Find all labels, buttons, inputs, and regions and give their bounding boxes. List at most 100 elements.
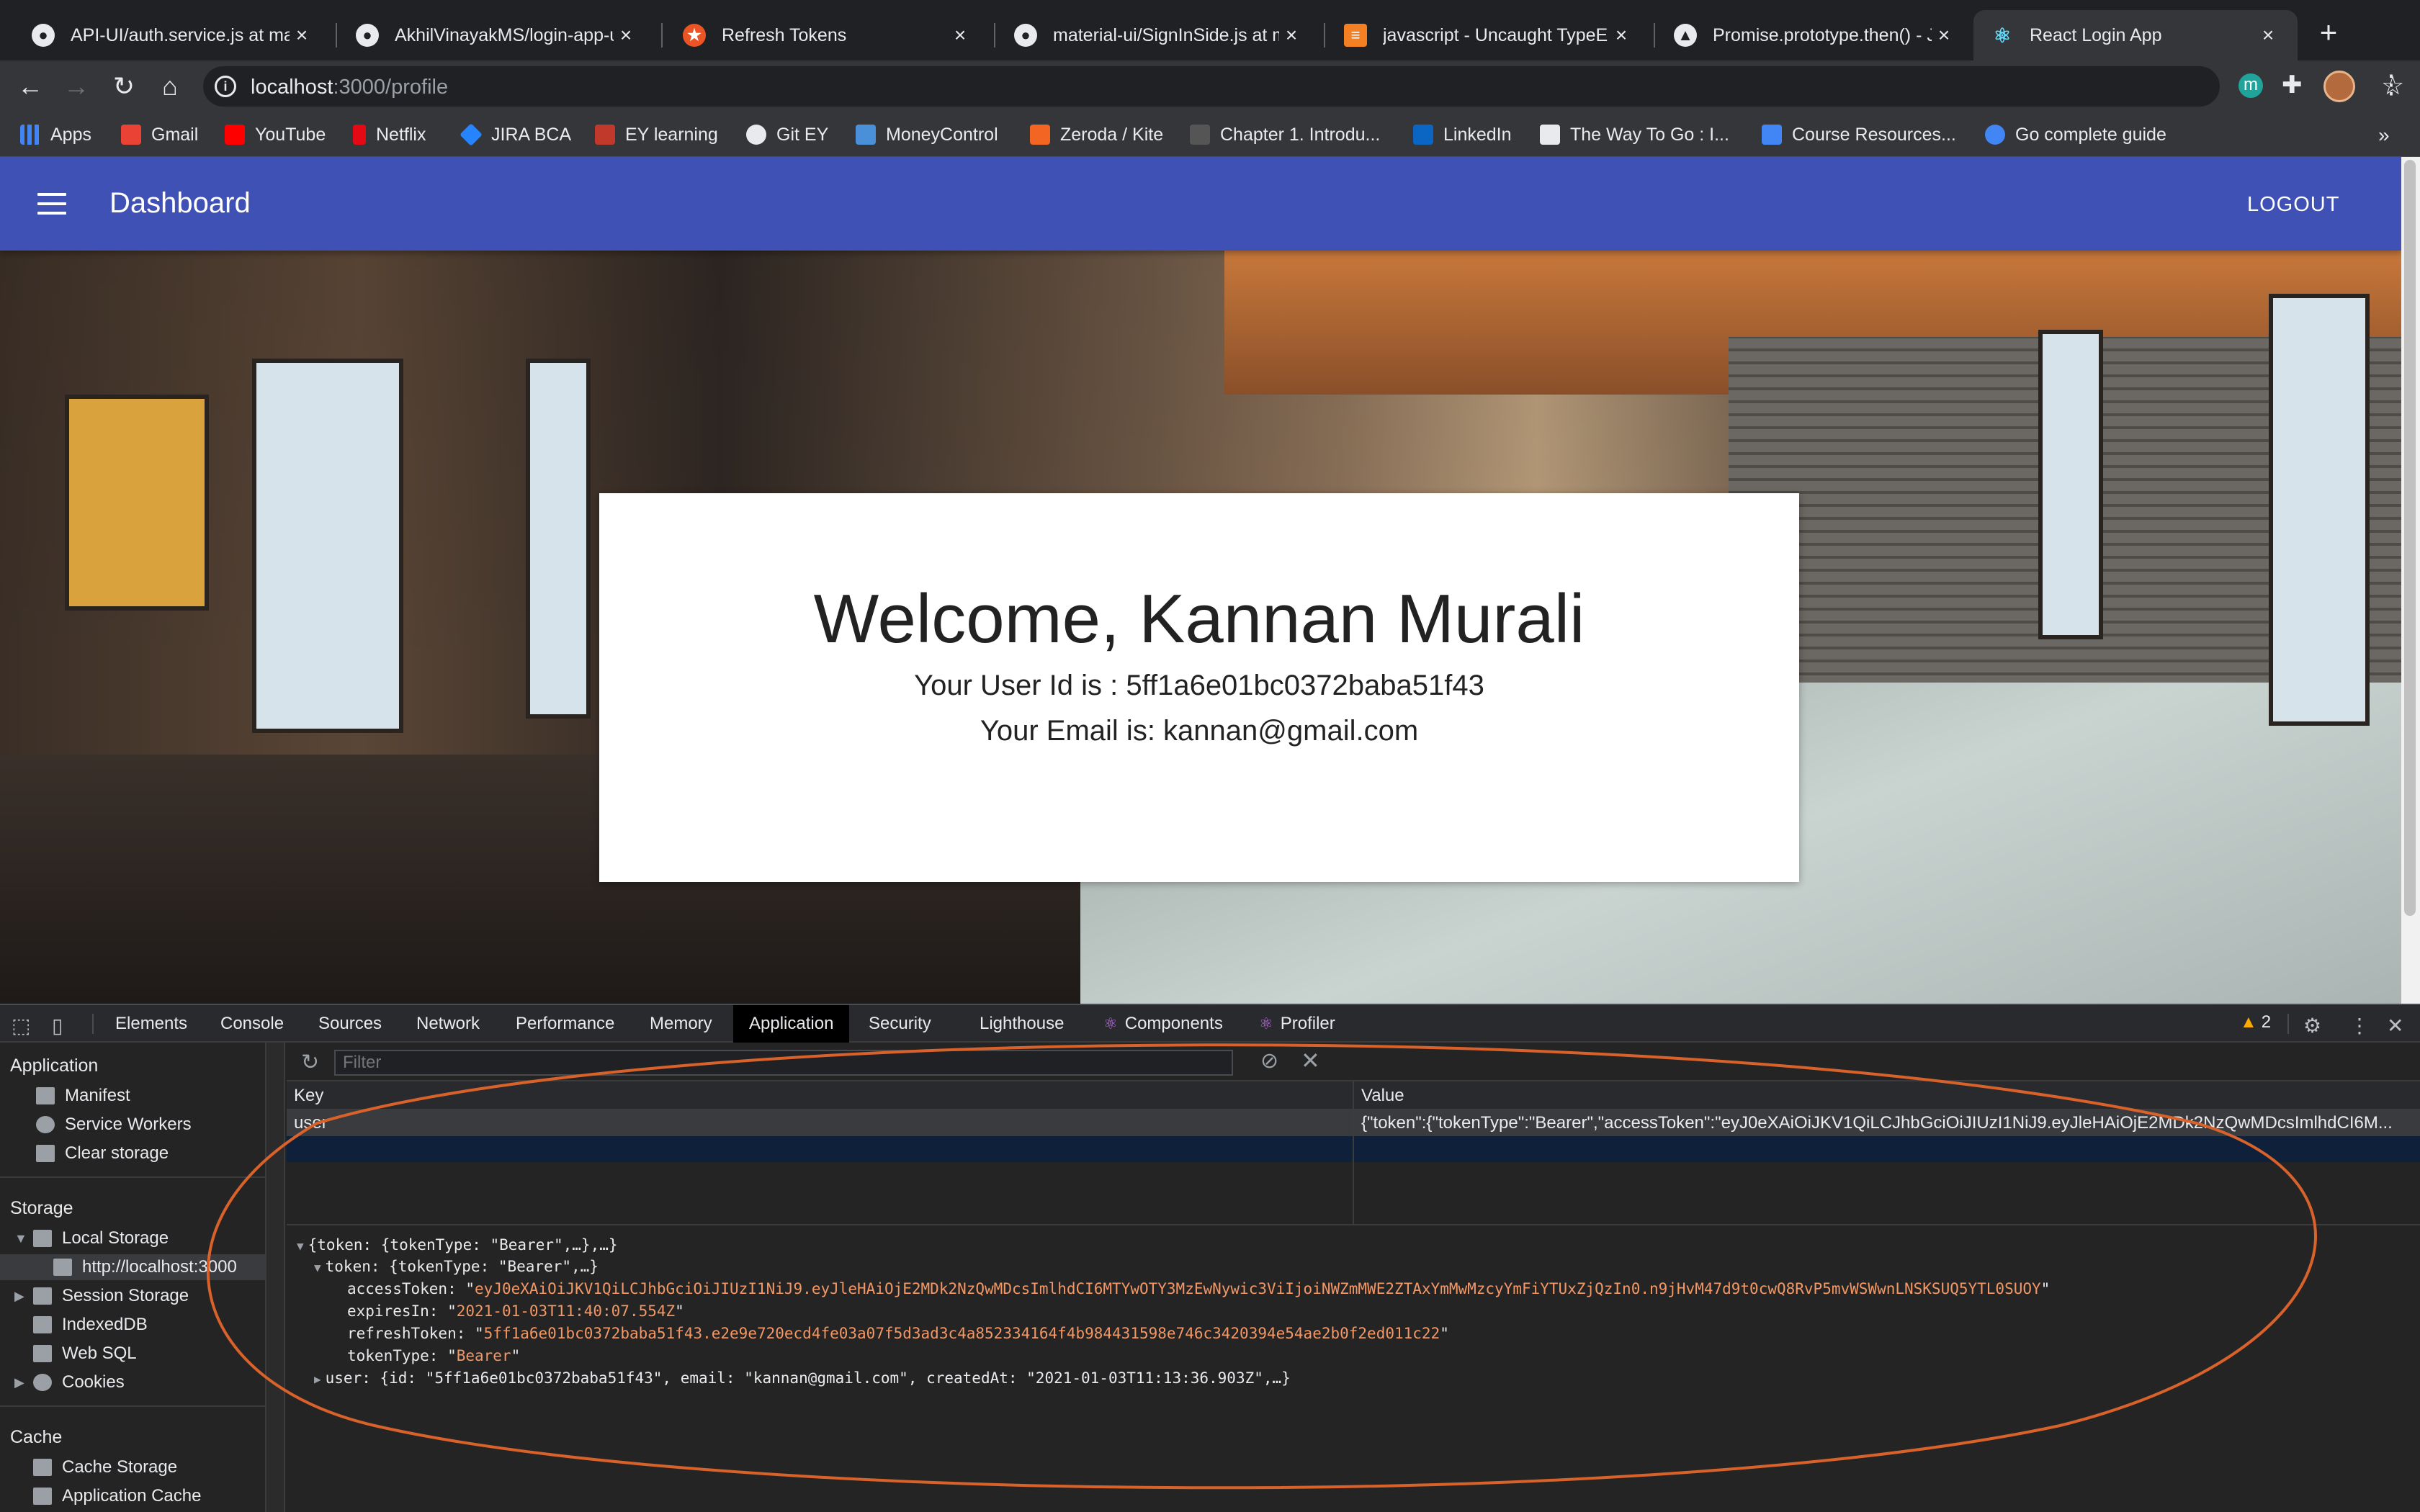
logout-button[interactable]: LOGOUT: [2247, 193, 2339, 217]
column-header-key[interactable]: Key: [287, 1081, 323, 1110]
bookmark-youtube[interactable]: YouTube: [225, 122, 326, 147]
close-icon[interactable]: ×: [614, 24, 638, 47]
browser-tab[interactable]: ▲ Promise.prototype.then() - J ×: [1657, 10, 1973, 60]
url-text[interactable]: localhost:3000/profile: [251, 76, 448, 99]
menu-icon[interactable]: [37, 193, 66, 215]
storage-viewer: ↻ ⊘ ✕ Key Value user {"token":{"tokenTyp…: [287, 1043, 2420, 1512]
expanded-arrow-icon[interactable]: ▼: [14, 1225, 27, 1251]
extensions-icon[interactable]: ✚: [2282, 71, 2303, 99]
preview-token-line[interactable]: ▼ token: {tokenType: "Bearer",…}: [314, 1256, 599, 1277]
extension-m-icon[interactable]: m: [2238, 73, 2263, 98]
collapsed-arrow-icon[interactable]: ▶: [14, 1283, 27, 1309]
bookmark-way-to-go[interactable]: The Way To Go : I...: [1540, 122, 1729, 147]
close-icon[interactable]: ×: [1932, 24, 1956, 47]
tab-components[interactable]: ⚛ Components: [1088, 1005, 1239, 1043]
bookmark-netflix[interactable]: Netflix: [353, 122, 426, 147]
sidebar-item-application-cache[interactable]: Application Cache: [33, 1483, 201, 1509]
new-tab-button[interactable]: +: [2312, 16, 2345, 49]
more-options-icon[interactable]: ⋮: [2349, 1014, 2370, 1038]
home-icon[interactable]: ⌂: [154, 71, 186, 102]
tab-network[interactable]: Network: [400, 1005, 496, 1043]
bookmark-gmail[interactable]: Gmail: [121, 122, 198, 147]
tab-elements[interactable]: Elements: [99, 1005, 203, 1043]
forward-icon[interactable]: →: [60, 71, 92, 102]
close-devtools-icon[interactable]: ✕: [2387, 1014, 2403, 1038]
sidebar-item-manifest[interactable]: Manifest: [36, 1083, 130, 1109]
column-header-value[interactable]: Value: [1354, 1081, 1404, 1110]
close-icon[interactable]: ×: [2256, 24, 2280, 47]
react-icon: ⚛: [1993, 24, 2012, 47]
bookmark-apps[interactable]: Apps: [20, 122, 91, 147]
collapsed-arrow-icon[interactable]: ▶: [14, 1369, 27, 1395]
browser-tab[interactable]: ≡ javascript - Uncaught TypeE ×: [1327, 10, 1651, 60]
preview-root-line[interactable]: ▼ {token: {tokenType: "Bearer",…},…}: [297, 1234, 618, 1256]
expanded-arrow-icon[interactable]: ▼: [297, 1239, 304, 1253]
more-bookmarks-icon[interactable]: »: [2378, 124, 2390, 147]
row-key-cell[interactable]: user: [287, 1110, 1353, 1136]
browser-menu-icon[interactable]: ⋮: [2378, 69, 2404, 99]
tab-lighthouse[interactable]: Lighthouse: [964, 1005, 1080, 1043]
inspect-element-icon[interactable]: ⬚: [12, 1014, 30, 1038]
profile-avatar[interactable]: [2323, 71, 2355, 102]
collapsed-arrow-icon[interactable]: ▶: [314, 1372, 321, 1386]
device-toolbar-icon[interactable]: ▯: [52, 1014, 63, 1038]
github-icon: ●: [32, 24, 55, 47]
bookmark-jira[interactable]: JIRA BCA: [460, 122, 571, 147]
tab-profiler[interactable]: ⚛ Profiler: [1243, 1005, 1351, 1043]
bookmark-chapter1[interactable]: Chapter 1. Introdu...: [1190, 122, 1380, 147]
tab-sources[interactable]: Sources: [302, 1005, 398, 1043]
tab-security[interactable]: Security: [853, 1005, 947, 1043]
settings-gear-icon[interactable]: ⚙: [2303, 1014, 2321, 1038]
filter-input[interactable]: [334, 1050, 1233, 1076]
tab-performance[interactable]: Performance: [500, 1005, 630, 1043]
tab-memory[interactable]: Memory: [634, 1005, 728, 1043]
refresh-icon[interactable]: ↻: [301, 1050, 319, 1075]
sidebar-item-web-sql[interactable]: Web SQL: [33, 1341, 137, 1367]
reload-icon[interactable]: ↻: [108, 71, 140, 102]
expanded-arrow-icon[interactable]: ▼: [314, 1261, 321, 1274]
react-icon: ⚛: [1103, 1014, 1118, 1032]
bookmark-zerodha[interactable]: Zeroda / Kite: [1030, 122, 1163, 147]
sidebar-item-cookies[interactable]: ▶ Cookies: [14, 1369, 125, 1395]
page-title: Dashboard: [109, 187, 251, 219]
sidebar-item-session-storage[interactable]: ▶ Session Storage: [14, 1283, 189, 1309]
bookmark-git-ey[interactable]: Git EY: [746, 122, 828, 147]
browser-tab[interactable]: ● AkhilVinayakMS/login-app-ui ×: [339, 10, 655, 60]
close-icon[interactable]: ×: [1609, 24, 1634, 47]
preview-user-line[interactable]: ▶ user: {id: "5ff1a6e01bc0372baba51f43", …: [314, 1367, 1291, 1389]
bookmark-go-guide[interactable]: Go complete guide: [1985, 122, 2166, 147]
browser-tab-active[interactable]: ⚛ React Login App ×: [1973, 10, 2298, 60]
screen: ● API-UI/auth.service.js at mas × ● Akhi…: [0, 0, 2420, 1512]
sidebar-scrollbar[interactable]: [266, 1043, 285, 1512]
browser-tab[interactable]: ● API-UI/auth.service.js at mas ×: [14, 10, 331, 60]
tab-label: React Login App: [2030, 24, 2162, 45]
tab-console[interactable]: Console: [205, 1005, 300, 1043]
close-icon[interactable]: ×: [948, 24, 972, 47]
sidebar-item-service-workers[interactable]: Service Workers: [36, 1112, 192, 1138]
bookmark-moneycontrol[interactable]: MoneyControl: [856, 122, 998, 147]
page-scrollbar-thumb[interactable]: [2404, 160, 2416, 916]
address-bar[interactable]: i localhost:3000/profile ⚷ ☆: [203, 66, 2404, 107]
close-icon[interactable]: ×: [290, 24, 314, 47]
sidebar-item-local-storage[interactable]: ▼ Local Storage: [14, 1225, 169, 1251]
info-icon[interactable]: i: [215, 76, 236, 97]
bookmark-linkedin[interactable]: LinkedIn: [1413, 122, 1512, 147]
bookmark-ey-learning[interactable]: EY learning: [595, 122, 718, 147]
browser-tab[interactable]: ★ Refresh Tokens ×: [666, 10, 990, 60]
sidebar-item-clear-storage[interactable]: Clear storage: [36, 1140, 169, 1166]
warnings-badge[interactable]: ▲ 2: [2240, 1012, 2271, 1032]
sidebar-item-cache-storage[interactable]: Cache Storage: [33, 1454, 177, 1480]
browser-tab[interactable]: ● material-ui/SignInSide.js at m ×: [997, 10, 1321, 60]
tab-application[interactable]: Application: [733, 1005, 850, 1043]
close-icon[interactable]: ×: [1279, 24, 1304, 47]
bookmark-course-resources[interactable]: Course Resources...: [1762, 122, 1956, 147]
clear-all-icon[interactable]: ⊘: [1260, 1048, 1278, 1074]
tab-label: javascript - Uncaught TypeE: [1383, 24, 1608, 45]
back-icon[interactable]: ←: [14, 71, 46, 102]
preview-expires-in: expiresIn: "2021-01-03T11:40:07.554Z": [347, 1302, 684, 1320]
sidebar-item-indexeddb[interactable]: IndexedDB: [33, 1312, 148, 1338]
mdn-icon: ▲: [1674, 24, 1697, 47]
row-value-cell[interactable]: {"token":{"tokenType":"Bearer","accessTo…: [1354, 1110, 2420, 1136]
sidebar-item-localhost[interactable]: http://localhost:3000: [0, 1254, 265, 1280]
delete-selected-icon[interactable]: ✕: [1301, 1047, 1320, 1074]
